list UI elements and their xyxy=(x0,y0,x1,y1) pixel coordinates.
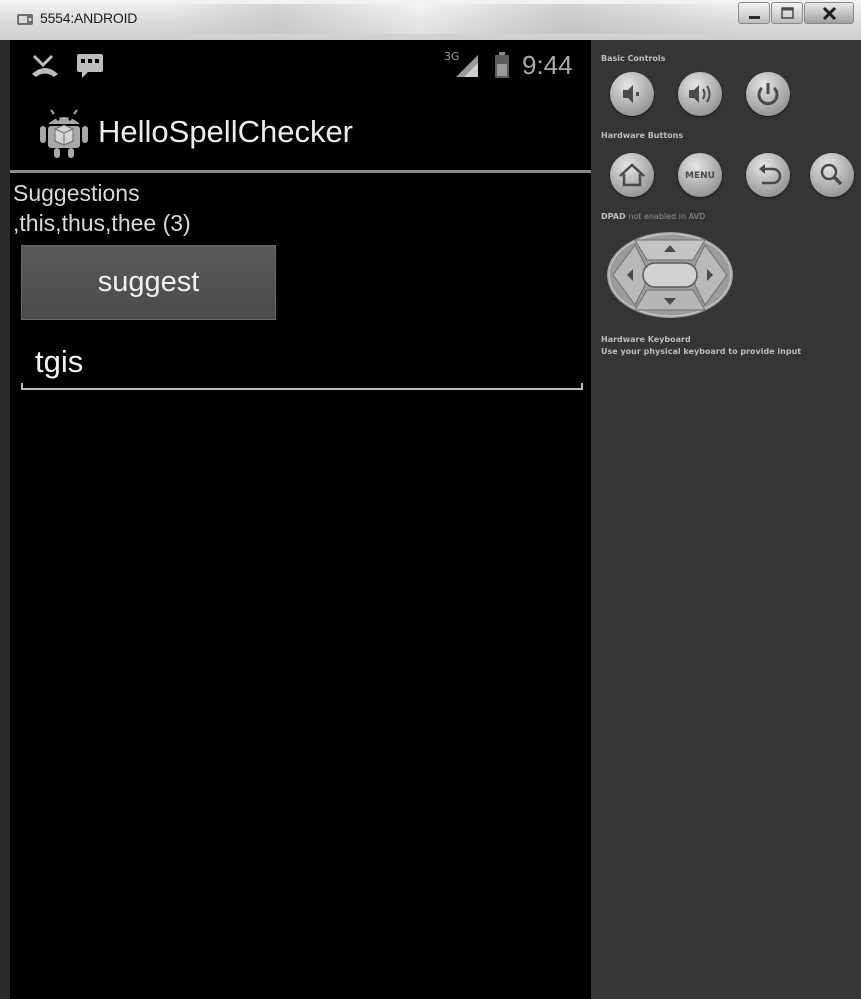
basic-controls-label: Basic Controls xyxy=(601,54,666,63)
hardware-buttons-label: Hardware Buttons xyxy=(601,131,684,140)
missed-call-icon xyxy=(32,54,58,77)
emulator-control-panel: Basic Controls Hardware Buttons MENU DPA… xyxy=(591,40,861,999)
close-icon xyxy=(822,6,837,21)
title-divider xyxy=(10,170,591,173)
window-title: 5554:ANDROID xyxy=(40,10,138,26)
android-robot-icon xyxy=(40,109,88,158)
suggest-button[interactable]: suggest xyxy=(21,245,276,320)
hardware-keyboard-label: Hardware Keyboard xyxy=(601,335,691,344)
menu-icon: MENU xyxy=(685,171,715,181)
volume-up-icon xyxy=(689,85,711,103)
search-button[interactable] xyxy=(810,153,854,197)
minimize-icon xyxy=(749,16,760,19)
volume-up-button[interactable] xyxy=(678,72,722,116)
app-titlebar: HelloSpellChecker xyxy=(10,90,591,170)
close-button[interactable] xyxy=(804,2,854,24)
hardware-keyboard-note: Use your physical keyboard to provide in… xyxy=(601,347,802,356)
word-input-value: tgis xyxy=(35,344,84,379)
maximize-icon xyxy=(781,7,794,19)
minimize-button[interactable] xyxy=(738,2,770,24)
word-input-underline xyxy=(21,383,583,390)
menu-button[interactable]: MENU xyxy=(678,153,722,197)
back-button[interactable] xyxy=(746,153,790,197)
volume-down-icon xyxy=(623,85,639,103)
emulator-window: 5554:ANDROID 3G 9:44 HelloSpellChecker S… xyxy=(0,0,861,999)
dpad-control[interactable] xyxy=(605,230,735,320)
emulator-app-icon xyxy=(17,14,33,25)
suggestions-label: Suggestions xyxy=(13,180,140,206)
dpad-center[interactable] xyxy=(642,262,698,288)
word-input[interactable]: tgis xyxy=(21,340,583,390)
svg-text:MENU: MENU xyxy=(685,171,715,181)
window-titlebar[interactable]: 5554:ANDROID xyxy=(0,0,861,40)
home-button[interactable] xyxy=(610,153,654,197)
battery-icon xyxy=(495,52,509,78)
back-icon xyxy=(759,164,782,185)
status-bar: 3G 9:44 xyxy=(10,40,591,90)
volume-down-button[interactable] xyxy=(610,72,654,116)
maximize-button[interactable] xyxy=(771,2,803,24)
dpad-label-text: DPAD xyxy=(601,212,626,221)
signal-strength-icon: 3G xyxy=(444,50,478,77)
home-icon xyxy=(619,163,645,187)
dpad-note: not enabled in AVD xyxy=(628,212,706,221)
power-button[interactable] xyxy=(746,72,790,116)
clock: 9:44 xyxy=(522,50,573,80)
message-icon xyxy=(77,54,103,78)
power-icon xyxy=(757,83,779,106)
suggestions-text: ,this,thus,thee (3) xyxy=(13,210,191,236)
device-screen[interactable]: 3G 9:44 HelloSpellChecker Suggestions ,t… xyxy=(10,40,591,999)
app-title: HelloSpellChecker xyxy=(98,114,354,149)
search-icon xyxy=(820,163,843,186)
titlebar-glare xyxy=(160,4,740,34)
svg-text:3G: 3G xyxy=(444,50,460,63)
dpad-label: DPAD not enabled in AVD xyxy=(601,212,705,221)
